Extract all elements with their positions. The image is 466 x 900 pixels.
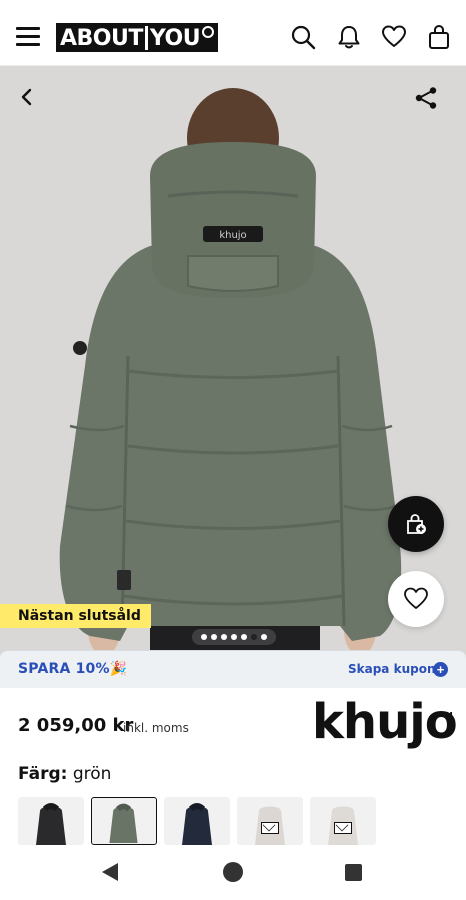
bag-plus-icon	[407, 514, 426, 534]
swatch-black[interactable]	[18, 797, 84, 845]
swatch-green-selected[interactable]	[91, 797, 157, 845]
color-selector-label: Färg: grön	[18, 764, 111, 784]
add-to-bag-button[interactable]	[388, 496, 444, 552]
price-tax-note: inkl. moms	[123, 721, 189, 735]
bell-icon[interactable]	[336, 24, 362, 50]
about-you-logo[interactable]: ABOUT YOU	[56, 23, 219, 52]
plus-icon[interactable]: +	[433, 662, 448, 677]
create-coupon-link[interactable]: Skapa kupong	[348, 662, 444, 676]
pagination-dot[interactable]	[261, 634, 267, 640]
color-value: grön	[72, 764, 112, 784]
pagination-dot[interactable]	[221, 634, 227, 640]
menu-icon[interactable]	[16, 27, 40, 47]
product-price: 2 059,00 kr	[18, 715, 134, 736]
hood-patch-text: khujo	[219, 230, 246, 241]
system-back-icon[interactable]	[102, 863, 118, 881]
top-bar: ABOUT YOU	[0, 0, 466, 66]
pagination-dot[interactable]	[231, 634, 237, 640]
promo-banner[interactable]: SPARA 10%🎉 Skapa kupong +	[0, 650, 466, 688]
system-navigation-bar	[0, 845, 466, 900]
notify-mail-icon	[261, 822, 279, 834]
color-label: Färg:	[18, 764, 68, 784]
wishlist-button[interactable]	[388, 571, 444, 627]
pagination-dot[interactable]	[201, 634, 207, 640]
image-pagination-dots[interactable]	[192, 629, 276, 645]
brand-tm: TM	[441, 711, 453, 719]
pagination-dot[interactable]	[241, 634, 247, 640]
pagination-dot-active[interactable]	[251, 634, 257, 640]
heart-icon[interactable]	[381, 24, 407, 50]
logo-you: YOU	[149, 25, 201, 51]
system-home-icon[interactable]	[223, 862, 243, 882]
search-icon[interactable]	[290, 24, 316, 50]
promo-save-text: SPARA 10%🎉	[18, 661, 128, 677]
bag-icon[interactable]	[426, 24, 452, 50]
share-icon[interactable]	[414, 86, 438, 110]
swatch-beige[interactable]	[237, 797, 303, 845]
logo-about: ABOUT	[60, 25, 143, 51]
low-stock-badge: Nästan slutsåld	[0, 604, 151, 628]
heart-outline-icon	[404, 587, 428, 609]
notify-mail-icon	[334, 822, 352, 834]
brand-logo[interactable]: khujo	[312, 694, 458, 750]
pagination-dot[interactable]	[211, 634, 217, 640]
swatch-light-beige[interactable]	[310, 797, 376, 845]
back-icon[interactable]	[16, 86, 38, 108]
system-recents-icon[interactable]	[345, 864, 362, 881]
swatch-navy[interactable]	[164, 797, 230, 845]
